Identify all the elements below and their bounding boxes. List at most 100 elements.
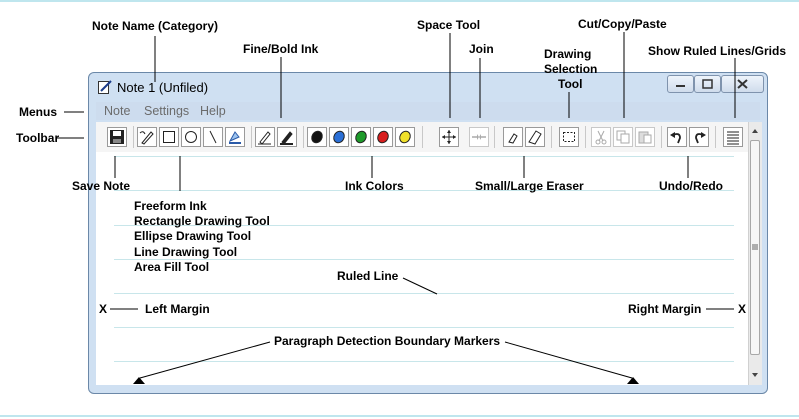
selection-tool-icon	[563, 132, 575, 142]
redo-icon	[695, 132, 706, 144]
maximize-button[interactable]	[694, 75, 721, 93]
small-eraser-icon	[508, 133, 518, 144]
label-cut-copy-paste: Cut/Copy/Paste	[578, 17, 667, 31]
ruled-line	[114, 156, 734, 157]
label-freeform-ink: Freeform Ink	[134, 199, 207, 213]
label-drawing-selection-3: Tool	[558, 77, 583, 91]
ink-black-button[interactable]	[307, 127, 327, 147]
ink-yellow-button[interactable]	[395, 127, 415, 147]
selection-tool-button[interactable]	[559, 127, 579, 147]
toolbar	[96, 122, 748, 152]
label-fine-bold-ink: Fine/Bold Ink	[243, 42, 319, 56]
ink-red-icon	[377, 130, 389, 144]
undo-button[interactable]	[667, 127, 687, 147]
note-app-icon	[98, 80, 112, 94]
save-button[interactable]	[107, 127, 127, 147]
maximize-icon	[702, 79, 713, 89]
copy-button[interactable]	[613, 127, 633, 147]
window-title: Note 1 (Unfiled)	[117, 80, 209, 95]
space-tool-icon	[442, 130, 456, 144]
toolbar-separator	[661, 126, 662, 148]
ink-green-icon	[355, 130, 367, 144]
ellipse-icon	[185, 131, 197, 143]
freeform-ink-button[interactable]	[137, 127, 157, 147]
toolbar-separator	[715, 126, 716, 148]
label-drawing-selection-1: Drawing	[544, 47, 592, 61]
ruled-line	[114, 327, 734, 328]
save-icon	[110, 130, 124, 144]
area-fill-button[interactable]	[225, 127, 245, 147]
small-eraser-button[interactable]	[503, 127, 523, 147]
label-right-x: X	[738, 302, 747, 316]
label-menus: Menus	[19, 105, 58, 119]
label-right-margin: Right Margin	[628, 302, 702, 316]
paste-icon	[638, 131, 652, 144]
label-undo-redo: Undo/Redo	[659, 179, 723, 193]
ink-yellow-icon	[399, 130, 411, 144]
menu-settings[interactable]: Settings	[144, 104, 189, 118]
ruled-line	[114, 293, 734, 294]
label-left-margin: Left Margin	[145, 302, 210, 316]
large-eraser-icon	[528, 130, 542, 145]
ruled-lines-button[interactable]	[723, 127, 743, 147]
bold-ink-icon	[280, 131, 293, 145]
scrollbar-thumb[interactable]	[750, 140, 760, 355]
label-left-x: X	[99, 302, 108, 316]
copy-icon	[616, 130, 630, 144]
menu-note[interactable]: Note	[104, 104, 130, 118]
freeform-ink-icon	[139, 131, 154, 145]
join-button[interactable]	[469, 127, 489, 147]
label-line-tool: Line Drawing Tool	[134, 245, 238, 259]
scroll-down-icon[interactable]	[749, 368, 761, 382]
ink-green-button[interactable]	[351, 127, 371, 147]
large-eraser-button[interactable]	[525, 127, 545, 147]
redo-button[interactable]	[689, 127, 709, 147]
label-rectangle-tool: Rectangle Drawing Tool	[134, 214, 270, 228]
fine-ink-button[interactable]	[255, 127, 275, 147]
rectangle-icon	[163, 131, 175, 143]
menu-bar: Note Settings Help	[96, 102, 760, 120]
label-ellipse-tool: Ellipse Drawing Tool	[134, 229, 252, 243]
line-tool-button[interactable]	[203, 127, 223, 147]
toolbar-separator	[585, 126, 586, 148]
label-paragraph-markers: Paragraph Detection Boundary Markers	[274, 334, 501, 348]
area-fill-icon	[228, 131, 241, 144]
ink-red-button[interactable]	[373, 127, 393, 147]
label-save-note: Save Note	[72, 179, 131, 193]
menu-help[interactable]: Help	[200, 104, 226, 118]
toolbar-separator	[303, 126, 304, 148]
ellipse-tool-button[interactable]	[181, 127, 201, 147]
label-drawing-selection-2: Selection	[544, 62, 598, 76]
toolbar-separator	[251, 126, 252, 148]
ruled-lines-icon	[727, 131, 739, 145]
scroll-up-icon[interactable]	[749, 124, 761, 138]
paste-button[interactable]	[635, 127, 655, 147]
label-join: Join	[469, 42, 494, 56]
label-space-tool: Space Tool	[417, 18, 481, 32]
rectangle-tool-button[interactable]	[159, 127, 179, 147]
ink-blue-button[interactable]	[329, 127, 349, 147]
close-button[interactable]	[721, 75, 764, 93]
label-small-large-eraser: Small/Large Eraser	[475, 179, 584, 193]
label-note-name: Note Name (Category)	[92, 19, 219, 33]
toolbar-separator	[551, 126, 552, 148]
undo-icon	[670, 132, 681, 144]
bold-ink-button[interactable]	[277, 127, 297, 147]
label-ruled-line: Ruled Line	[337, 269, 399, 283]
minimize-button[interactable]	[667, 75, 694, 93]
minimize-icon	[676, 85, 685, 87]
label-area-fill-tool: Area Fill Tool	[134, 260, 210, 274]
title-bar[interactable]: Note 1 (Unfiled)	[89, 73, 767, 101]
toolbar-separator	[494, 126, 495, 148]
ink-black-icon	[311, 130, 323, 144]
join-icon	[472, 134, 486, 140]
label-toolbar: Toolbar	[16, 131, 60, 145]
vertical-scrollbar[interactable]	[748, 122, 762, 385]
ink-blue-icon	[333, 130, 345, 144]
toolbar-separator	[133, 126, 134, 148]
space-tool-button[interactable]	[439, 127, 459, 147]
toolbar-separator	[422, 126, 423, 148]
grip-icon	[752, 244, 758, 250]
ruled-line	[114, 361, 734, 362]
cut-button[interactable]	[591, 127, 611, 147]
